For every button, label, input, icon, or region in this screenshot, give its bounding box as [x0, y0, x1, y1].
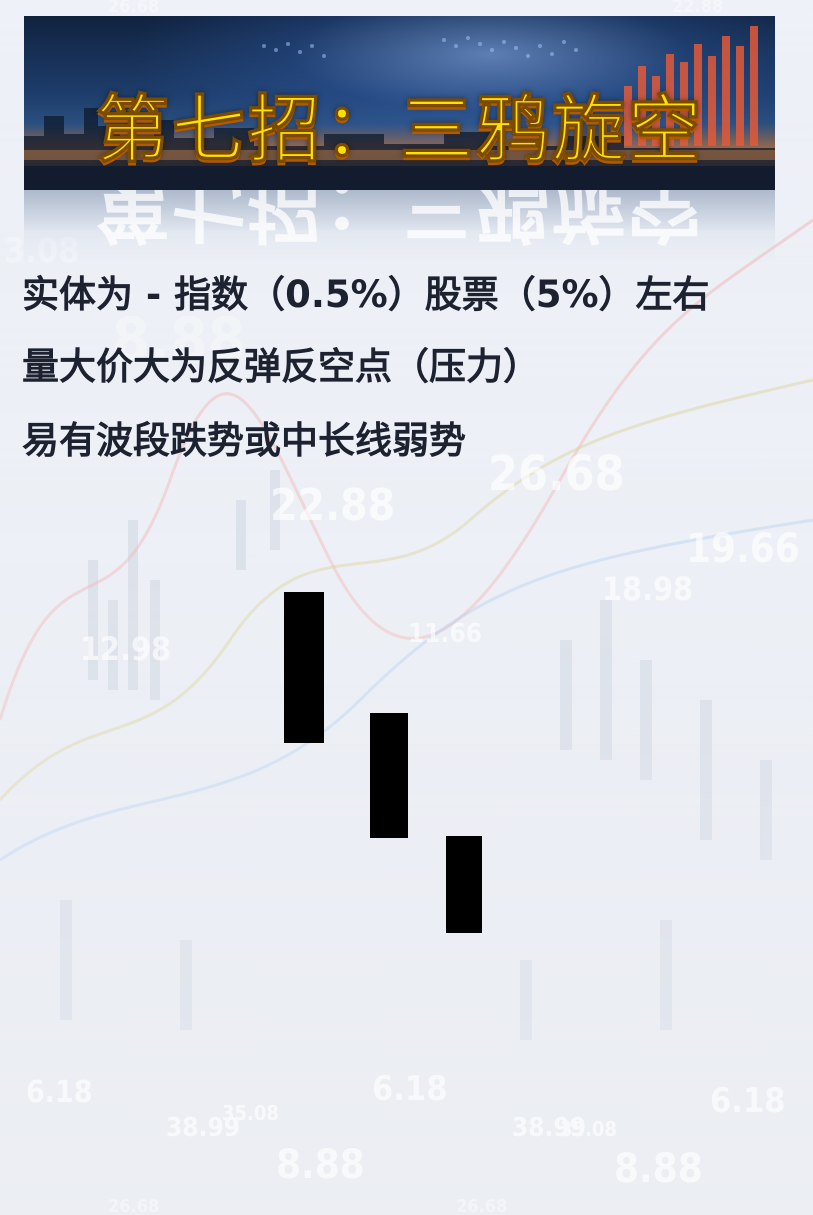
candle-2 [370, 713, 408, 838]
candle-3 [446, 836, 482, 933]
three-black-crows-pattern [0, 0, 813, 1215]
candle-1 [284, 592, 324, 743]
